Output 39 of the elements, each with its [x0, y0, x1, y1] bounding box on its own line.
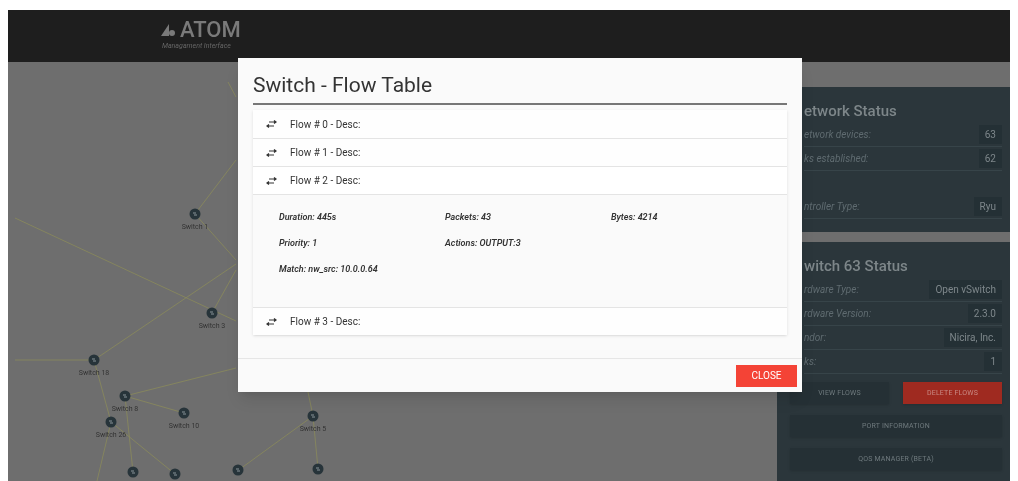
card-title: etwork Status [804, 101, 898, 121]
switch-node-icon[interactable] [169, 468, 181, 480]
switch-node-icon[interactable] [189, 208, 201, 220]
switch-node-icon[interactable] [127, 466, 139, 478]
swap-icon [266, 120, 277, 128]
swap-icon [266, 176, 277, 185]
swap-icon [266, 148, 277, 157]
status-value: 62 [978, 149, 1002, 168]
swap-icon [266, 317, 277, 326]
close-button[interactable]: CLOSE [736, 364, 797, 387]
flow-item[interactable]: Flow # 2 - Desc: [253, 166, 787, 194]
flow-item[interactable]: Flow # 0 - Desc: [253, 110, 787, 138]
flow-detail: Bytes: 4214 [611, 211, 659, 223]
status-value: 2.3.0 [967, 304, 1002, 323]
logo-icon [160, 23, 176, 37]
status-value: Open vSwitch [929, 280, 1002, 299]
card-title: witch 63 Status [804, 256, 909, 276]
status-value: 1 [984, 352, 1002, 371]
switch-node-icon[interactable] [232, 464, 244, 476]
link-line [227, 81, 237, 98]
dialog-title: Switch - Flow Table [253, 72, 434, 98]
switch-node-icon[interactable] [307, 410, 319, 422]
flow-detail: Actions: OUTPUT:3 [445, 237, 522, 249]
flow-item[interactable]: Flow # 1 - Desc: [253, 138, 787, 166]
switch-node-icon[interactable] [312, 463, 324, 475]
flow-detail: Priority: 1 [279, 237, 319, 249]
switch-node-icon[interactable] [105, 416, 117, 428]
flow-detail: Match: nw_src: 10.0.0.64 [279, 263, 379, 275]
status-value: Ryu [973, 197, 1002, 216]
switch-node-icon[interactable] [206, 307, 218, 319]
flow-item[interactable]: Flow # 3 - Desc: [253, 307, 787, 335]
status-value: Nicira, Inc. [943, 328, 1002, 347]
switch-node-icon[interactable] [178, 407, 190, 419]
switch-node-icon[interactable] [119, 390, 131, 402]
flow-detail: Packets: 43 [445, 211, 493, 223]
logo-text: ATOM [180, 18, 241, 42]
status-value: 63 [978, 125, 1002, 144]
switch-node-icon[interactable] [88, 354, 100, 366]
flow-detail: Duration: 445s [279, 211, 338, 223]
